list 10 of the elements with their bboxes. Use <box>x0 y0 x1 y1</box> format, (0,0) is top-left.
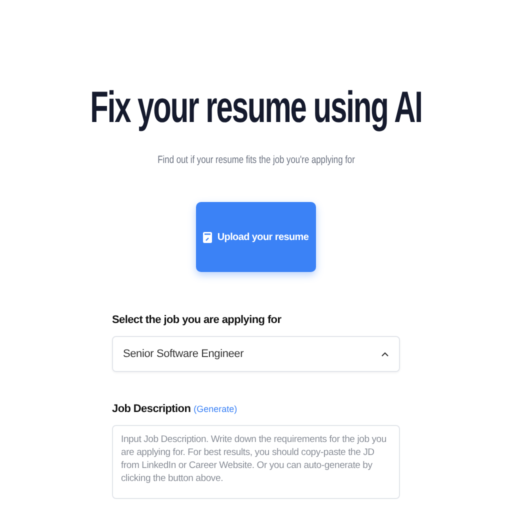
page-title: Fix your resume using AI <box>90 84 422 132</box>
upload-button[interactable]: Upload your resume <box>196 202 316 272</box>
job-description-field[interactable]: Input Job Description. Write down the requirements for the job you are applying for. For best results, you should copy-paste the JD from LinkedIn or Career Website. Or you can auto-generate by clicking the button above. <box>112 425 400 499</box>
job-select[interactable]: Senior Software Engineer <box>112 336 400 372</box>
page-subtitle: Find out if your resume fits the job you're applying for <box>157 154 355 166</box>
caret-icon <box>381 352 389 356</box>
job-select-label: Select the job you are applying for <box>112 314 282 326</box>
job-description-label: Job Description <box>112 403 191 415</box>
document-icon <box>203 232 212 242</box>
generate-link[interactable]: (Generate) <box>194 404 238 414</box>
